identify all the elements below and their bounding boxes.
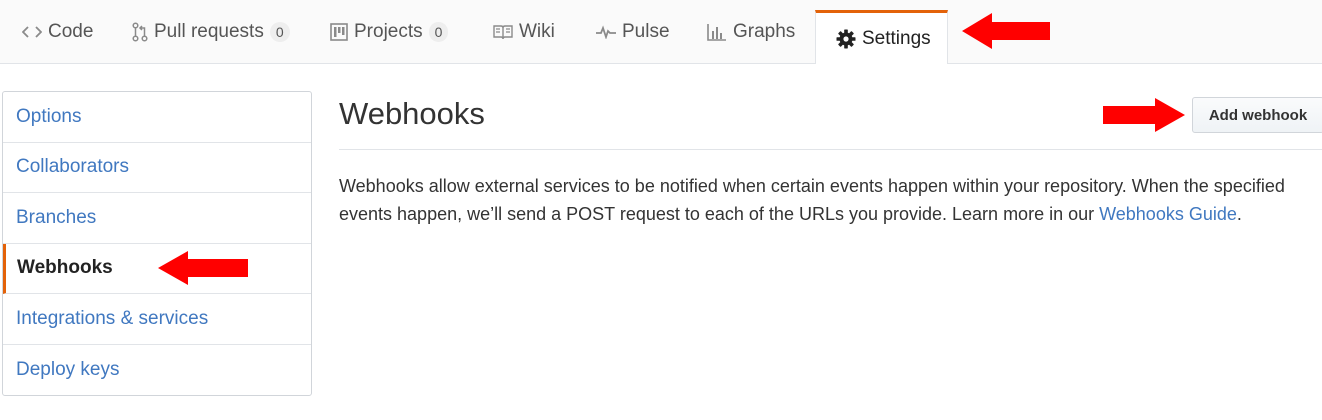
title-divider [339, 149, 1322, 150]
tab-label: Wiki [519, 21, 555, 42]
sidebar-item-label: Collaborators [16, 156, 129, 178]
settings-sidebar: Options Collaborators Branches Webhooks … [2, 91, 312, 396]
annotation-arrow-left-icon [962, 13, 1050, 49]
annotation-arrow-left-icon [158, 251, 248, 285]
sidebar-item-label: Deploy keys [16, 358, 120, 380]
tab-label: Graphs [733, 21, 796, 42]
pull-requests-counter: 0 [269, 22, 290, 42]
repo-nav: Code Pull requests 0 Projects 0 Wiki Pul… [0, 0, 1322, 65]
tab-settings[interactable]: Settings [815, 10, 948, 65]
gear-icon [836, 29, 856, 49]
tab-label: Pull requests [154, 21, 264, 42]
annotation-arrow-right-icon [1103, 98, 1185, 132]
description-end: . [1236, 204, 1242, 224]
tab-label: Projects [354, 21, 423, 42]
pulse-icon [596, 25, 616, 39]
webhooks-guide-link[interactable]: Webhooks Guide [1099, 204, 1237, 224]
sidebar-item-integrations-services[interactable]: Integrations & services [3, 294, 311, 345]
graph-icon [707, 23, 727, 41]
tab-projects[interactable]: Projects 0 [330, 0, 449, 64]
tab-pulse[interactable]: Pulse [596, 0, 670, 64]
sidebar-item-webhooks[interactable]: Webhooks [3, 243, 311, 294]
code-icon [22, 24, 42, 40]
webhooks-description: Webhooks allow external services to be n… [339, 172, 1309, 228]
sidebar-item-options[interactable]: Options [3, 92, 311, 143]
sidebar-item-branches[interactable]: Branches [3, 193, 311, 244]
tab-code[interactable]: Code [22, 0, 93, 64]
sidebar-item-label: Webhooks [17, 257, 113, 279]
project-icon [330, 23, 348, 41]
book-icon [493, 24, 513, 40]
tab-label: Code [48, 21, 94, 42]
tab-label: Pulse [622, 21, 670, 42]
tab-graphs[interactable]: Graphs [707, 0, 795, 64]
tab-label: Settings [862, 27, 931, 49]
tab-pull-requests[interactable]: Pull requests 0 [132, 0, 290, 64]
sidebar-item-label: Branches [16, 206, 97, 228]
sidebar-item-label: Integrations & services [16, 307, 209, 329]
tab-wiki[interactable]: Wiki [493, 0, 555, 64]
sidebar-item-collaborators[interactable]: Collaborators [3, 143, 311, 193]
sidebar-item-deploy-keys[interactable]: Deploy keys [3, 345, 311, 396]
git-pull-request-icon [132, 22, 148, 42]
sidebar-item-label: Options [16, 105, 82, 127]
add-webhook-button[interactable]: Add webhook [1192, 97, 1322, 133]
page-title: Webhooks [339, 96, 485, 131]
projects-counter: 0 [428, 22, 449, 42]
